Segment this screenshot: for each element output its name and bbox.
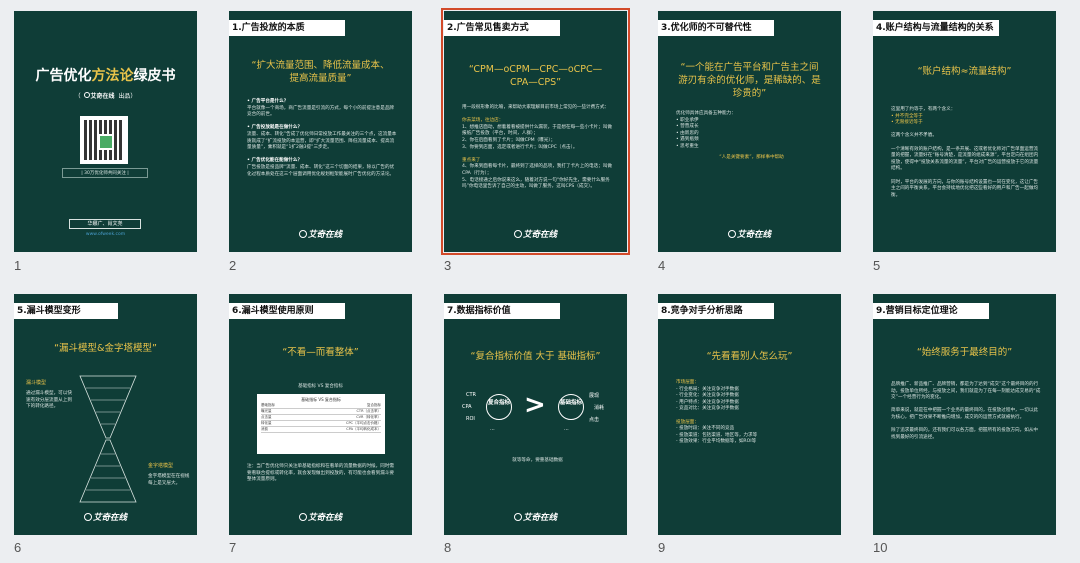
slide-title: 8.竞争对手分析思路: [658, 303, 774, 319]
table-caption: 基础指标 VS 复合指标: [298, 384, 343, 389]
slide-number: 7: [229, 540, 237, 555]
slide-thumbnail-8[interactable]: 7.数据指标价值 “复合指标价值 大于 基础指标” CTR CPA ROI ..…: [444, 294, 627, 535]
slide-number: 6: [14, 540, 22, 555]
slide-body: 市场层面： - 行业格局：关注竞争对手数据 - 行业变化：关注竞争对手数据 - …: [676, 380, 758, 445]
slide-thumbnail-9[interactable]: 8.竞争对手分析思路 “先看看别人怎么玩” 市场层面： - 行业格局：关注竞争对…: [658, 294, 841, 535]
brand-logo: 艾奇在线: [658, 228, 841, 240]
slide-thumbnail-7[interactable]: 6.漏斗模型使用原则 “不看—而看整体” 基础指标 VS 复合指标 基础指标 V…: [229, 294, 412, 535]
brand-logo: 艾奇在线: [444, 511, 627, 523]
metrics-table: 基础指标 VS 复合指标 基础指标 复合指标 曝光量 CTR（点击率） 点击量 CVR…: [257, 394, 385, 454]
slide-title: 1.广告投放的本质: [229, 20, 345, 36]
slide-thumbnail-3[interactable]: 2.广告常见售卖方式 “CPM—oCPM—CPC—oCPC—CPA—CPS” 用…: [441, 8, 630, 255]
ellipsis: ...: [490, 426, 495, 432]
metric-tag: ROI: [466, 416, 475, 422]
slide-body: 优化师具体应具备五种能力： • 职业承伊 • 营营成长 • 由新思的 • 遇到瓶…: [676, 111, 736, 149]
metric-tag: CTR: [466, 392, 477, 398]
slide-body: 这里用了约等于，有两个含义： • 并不完全等于 • 无限接近等于 这两个含义并不…: [891, 107, 1039, 198]
author-link[interactable]: www.ofweek.com: [14, 232, 197, 237]
pyramid-desc: 金字塔模型在在视线每上是叉层大。: [148, 474, 190, 486]
slide-title: 2.广告常见售卖方式: [444, 20, 560, 36]
slide-body: 用一段很形象的比喻，来帮助大家理解目前市场上常见的一些计费方式： 你去菜场，往边…: [462, 105, 612, 190]
metric-tag: CPA: [462, 404, 472, 410]
brand-logo: 艾奇在线: [229, 511, 412, 523]
cover-title: 广告优化方法论绿皮书: [35, 68, 176, 84]
slide-headline: “始终服务于最终目的”: [916, 347, 1013, 358]
composite-metric-circle: 复合指标: [486, 394, 512, 420]
slide-title: 9.营销目标定位理论: [873, 303, 989, 319]
slide-headline: “扩大流量范围、降低流量成本、提高流量质量”: [251, 60, 390, 84]
slide-headline: “漏斗模型&金字塔模型”: [54, 343, 157, 354]
slide-thumbnail-5[interactable]: 4.账户结构与流量结构的关系 “账户结构≈流量结构” 这里用了约等于，有两个含义…: [873, 11, 1056, 252]
greater-than-symbol: >: [524, 390, 546, 420]
slide-title: 3.优化师的不可替代性: [658, 20, 774, 36]
slide-headline: “先看看别人怎么玩”: [706, 351, 793, 362]
funnel-label: 漏斗模型: [26, 380, 47, 386]
slide-number: 8: [444, 540, 452, 555]
slide-thumbnail-10[interactable]: 9.营销目标定位理论 “始终服务于最终目的” 品牌推广、新品推广、品牌营销，都是…: [873, 294, 1056, 535]
slide-title: 4.账户结构与流量结构的关系: [873, 20, 999, 36]
slide-thumbnail-6[interactable]: 5.漏斗模型变形 “漏斗模型&金字塔模型” 漏斗模型 通过漏斗模型，可以快速有效…: [14, 294, 197, 535]
qr-code: [80, 116, 128, 164]
slide-number: 3: [444, 258, 452, 273]
slide-headline: “账户结构≈流量结构”: [917, 66, 1012, 77]
slide-body: 品牌推广、新品推广、品牌营销，都是为了达到“成交”这个最终目的的行动，投放单位所…: [891, 382, 1041, 440]
slide-title: 7.数据指标价值: [444, 303, 560, 319]
slide-thumbnail-2[interactable]: 1.广告投放的本质 “扩大流量范围、降低流量成本、提高流量质量” • 广告平台是…: [229, 11, 412, 252]
brand-logo: 艾奇在线: [14, 511, 197, 523]
ellipsis: ...: [564, 426, 569, 432]
slide-number: 1: [14, 258, 22, 273]
cover-subtitle: （ 艾奇在线 出品）: [74, 92, 137, 100]
slide-number: 4: [658, 258, 666, 273]
slide-thumbnail-4[interactable]: 3.优化师的不可替代性 “一个能在广告平台和广告主之间游刃有余的优化师，是稀缺的…: [658, 11, 841, 252]
slide-headline: “CPM—oCPM—CPC—oCPC—CPA—CPS”: [468, 64, 603, 88]
funnel-diagram: [79, 375, 137, 503]
slide-number: 10: [873, 540, 888, 555]
slide-body: 注：当广告优化师只关注单基础指标和在看单的流量数据的时候，同时需要看联合提标或转…: [247, 464, 395, 483]
funnel-desc: 通过漏斗模型，可以快速有效分层流量从上到下的转化路径。: [26, 391, 72, 410]
slide-number: 9: [658, 540, 666, 555]
slide-number: 5: [873, 258, 881, 273]
basic-metric-circle: 基础指标: [558, 394, 584, 420]
slide-headline: “复合指标价值 大于 基础指标”: [470, 351, 601, 362]
slide-quote: “人是关键要素”，那样事中帮助: [719, 155, 784, 160]
qr-caption: | 30万优化师共同关注 |: [62, 168, 148, 178]
slide-thumbnail-1[interactable]: 广告优化方法论绿皮书 （ 艾奇在线 出品） | 30万优化师共同关注 | 华娜广…: [14, 11, 197, 252]
slide-headline: “不看—而看整体”: [282, 347, 359, 358]
metric-tag: 点击: [589, 417, 600, 423]
slide-body: • 广告平台是什么？ 平台就像一个商场，商广告流量是引流的方式，每个小的前提注意…: [247, 99, 397, 177]
slide-footer-text: 就等等命，要重基础数据: [512, 458, 563, 463]
slide-headline: “一个能在广告平台和广告主之间游刃有余的优化师，是稀缺的、是珍贵的”: [678, 62, 821, 99]
slide-number: 2: [229, 258, 237, 273]
pyramid-label: 金字塔模型: [148, 463, 174, 469]
metric-tag: 消耗: [594, 405, 605, 411]
brand-logo: 艾奇在线: [229, 228, 412, 240]
slide-title: 6.漏斗模型使用原则: [229, 303, 345, 319]
brand-logo: 艾奇在线: [444, 228, 627, 240]
author-box: 华娜广、肖文尧: [69, 219, 141, 229]
slide-title: 5.漏斗模型变形: [14, 303, 118, 319]
metric-tag: 展现: [589, 393, 600, 399]
